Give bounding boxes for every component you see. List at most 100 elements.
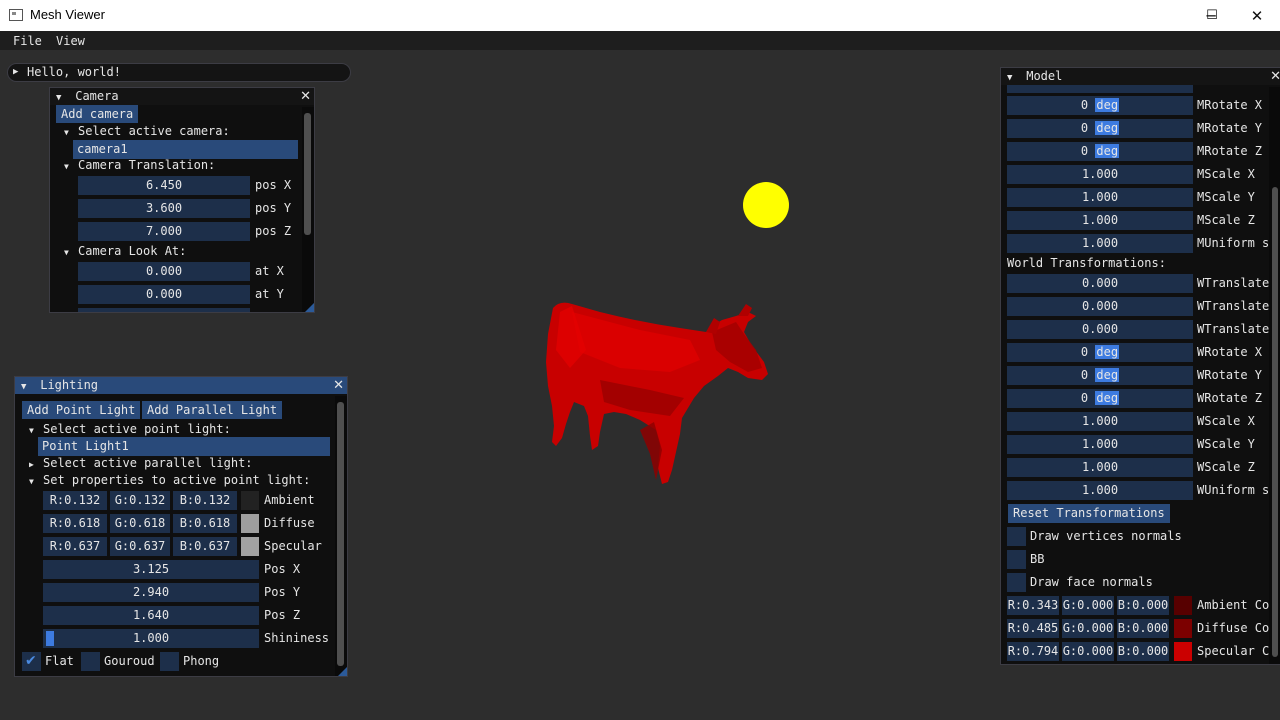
mscale-y-field[interactable]: 1.000 bbox=[1007, 188, 1193, 207]
scroll-thumb[interactable] bbox=[1272, 187, 1278, 657]
model-titlebar[interactable]: ▼ Model ✕ bbox=[1001, 68, 1280, 85]
menu-view[interactable]: View bbox=[56, 34, 85, 48]
mat-specular-r-field[interactable]: R:0.794 bbox=[1007, 642, 1059, 661]
light-pos-y-field[interactable]: 2.940 bbox=[43, 583, 259, 602]
wuniform-scale-field[interactable]: 1.000 bbox=[1007, 481, 1193, 500]
model-row-partial[interactable] bbox=[1007, 85, 1193, 93]
gouraud-checkbox[interactable] bbox=[81, 652, 100, 671]
camera-titlebar[interactable]: ▼ Camera ✕ bbox=[50, 88, 314, 105]
wscale-z-field[interactable]: 1.000 bbox=[1007, 458, 1193, 477]
light-pos-x-field[interactable]: 3.125 bbox=[43, 560, 259, 579]
tree-expanded-icon[interactable]: ▼ bbox=[64, 244, 69, 261]
cam-pos-y-field[interactable]: 3.600 bbox=[78, 199, 250, 218]
mat-specular-swatch[interactable] bbox=[1174, 642, 1192, 661]
collapse-arrow-icon[interactable]: ▶ bbox=[13, 64, 18, 81]
mat-diffuse-swatch[interactable] bbox=[1174, 619, 1192, 638]
cam-pos-x-field[interactable]: 6.450 bbox=[78, 176, 250, 195]
tree-collapsed-icon[interactable]: ▶ bbox=[29, 456, 34, 473]
resize-grip-icon[interactable] bbox=[338, 667, 347, 676]
slider-grab[interactable] bbox=[46, 631, 54, 646]
diffuse-b-field[interactable]: B:0.618 bbox=[173, 514, 237, 533]
mat-ambient-g-field[interactable]: G:0.000 bbox=[1062, 596, 1114, 615]
muniform-scale-field[interactable]: 1.000 bbox=[1007, 234, 1193, 253]
close-icon[interactable]: ✕ bbox=[333, 377, 344, 394]
camera-lookat-label[interactable]: Camera Look At: bbox=[78, 242, 186, 261]
mscale-x-field[interactable]: 1.000 bbox=[1007, 165, 1193, 184]
mat-ambient-r-field[interactable]: R:0.343 bbox=[1007, 596, 1059, 615]
mat-specular-g-field[interactable]: G:0.000 bbox=[1062, 642, 1114, 661]
mat-diffuse-b-field[interactable]: B:0.000 bbox=[1117, 619, 1169, 638]
add-parallel-light-button[interactable]: Add Parallel Light bbox=[142, 401, 283, 419]
tree-expanded-icon[interactable]: ▼ bbox=[29, 422, 34, 439]
lighting-titlebar[interactable]: ▼ Lighting ✕ bbox=[15, 377, 347, 394]
collapse-arrow-icon[interactable]: ▼ bbox=[21, 379, 33, 396]
wtranslate-x-field[interactable]: 0.000 bbox=[1007, 274, 1193, 293]
ambient-g-field[interactable]: G:0.132 bbox=[110, 491, 170, 510]
mat-ambient-b-field[interactable]: B:0.000 bbox=[1117, 596, 1169, 615]
tree-expanded-icon[interactable]: ▼ bbox=[64, 124, 69, 141]
cam-at-y-label: at Y bbox=[255, 287, 284, 301]
cam-at-x-label: at X bbox=[255, 264, 284, 278]
close-icon[interactable]: ✕ bbox=[300, 88, 311, 105]
specular-g-field[interactable]: G:0.637 bbox=[110, 537, 170, 556]
reset-transformations-button[interactable]: Reset Transformations bbox=[1008, 504, 1170, 523]
phong-checkbox[interactable] bbox=[160, 652, 179, 671]
mat-diffuse-g-field[interactable]: G:0.000 bbox=[1062, 619, 1114, 638]
shininess-slider[interactable]: 1.000 bbox=[43, 629, 259, 648]
select-camera-label[interactable]: Select active camera: bbox=[78, 122, 230, 141]
scroll-thumb[interactable] bbox=[304, 113, 311, 235]
tree-expanded-icon[interactable]: ▼ bbox=[64, 158, 69, 175]
diffuse-color-swatch[interactable] bbox=[241, 514, 259, 533]
wtranslate-x-label: WTranslate bbox=[1197, 276, 1269, 290]
set-properties-label[interactable]: Set properties to active point light: bbox=[43, 471, 310, 490]
wtranslate-z-field[interactable]: 0.000 bbox=[1007, 320, 1193, 339]
tree-expanded-icon[interactable]: ▼ bbox=[29, 473, 34, 490]
mrotate-y-field[interactable]: 0 deg bbox=[1007, 119, 1193, 138]
draw-face-normals-checkbox[interactable] bbox=[1007, 573, 1026, 592]
resize-grip-icon[interactable] bbox=[305, 303, 314, 312]
diffuse-r-field[interactable]: R:0.618 bbox=[43, 514, 107, 533]
wrotate-y-field[interactable]: 0 deg bbox=[1007, 366, 1193, 385]
flat-checkbox[interactable]: ✔ bbox=[22, 652, 41, 671]
specular-color-swatch[interactable] bbox=[241, 537, 259, 556]
mrotate-x-field[interactable]: 0 deg bbox=[1007, 96, 1193, 115]
cam-pos-y-label: pos Y bbox=[255, 201, 292, 215]
cam-at-x-field[interactable]: 0.000 bbox=[78, 262, 250, 281]
ambient-b-field[interactable]: B:0.132 bbox=[173, 491, 237, 510]
specular-r-field[interactable]: R:0.637 bbox=[43, 537, 107, 556]
mscale-z-field[interactable]: 1.000 bbox=[1007, 211, 1193, 230]
mrotate-z-field[interactable]: 0 deg bbox=[1007, 142, 1193, 161]
camera-translation-label[interactable]: Camera Translation: bbox=[78, 156, 215, 175]
scroll-thumb[interactable] bbox=[337, 402, 344, 666]
wscale-y-field[interactable]: 1.000 bbox=[1007, 435, 1193, 454]
mat-specular-label: Specular C bbox=[1197, 644, 1269, 658]
wrotate-x-field[interactable]: 0 deg bbox=[1007, 343, 1193, 362]
mat-ambient-swatch[interactable] bbox=[1174, 596, 1192, 615]
mat-diffuse-r-field[interactable]: R:0.485 bbox=[1007, 619, 1059, 638]
maximize-button[interactable]: ☐ bbox=[1189, 0, 1235, 31]
ambient-r-field[interactable]: R:0.132 bbox=[43, 491, 107, 510]
close-icon[interactable]: ✕ bbox=[1270, 68, 1280, 85]
specular-b-field[interactable]: B:0.637 bbox=[173, 537, 237, 556]
camera-scrollbar[interactable] bbox=[302, 107, 314, 312]
mscale-y-label: MScale Y bbox=[1197, 190, 1255, 204]
draw-vertex-normals-checkbox[interactable] bbox=[1007, 527, 1026, 546]
add-camera-button[interactable]: Add camera bbox=[56, 105, 139, 123]
model-scrollbar[interactable] bbox=[1269, 87, 1280, 664]
wscale-x-field[interactable]: 1.000 bbox=[1007, 412, 1193, 431]
cam-pos-z-field[interactable]: 7.000 bbox=[78, 222, 250, 241]
menu-file[interactable]: File bbox=[13, 34, 42, 48]
hello-window[interactable]: ▶ Hello, world! bbox=[7, 63, 351, 82]
diffuse-g-field[interactable]: G:0.618 bbox=[110, 514, 170, 533]
ambient-color-swatch[interactable] bbox=[241, 491, 259, 510]
mat-specular-b-field[interactable]: B:0.000 bbox=[1117, 642, 1169, 661]
bounding-box-checkbox[interactable] bbox=[1007, 550, 1026, 569]
wtranslate-y-field[interactable]: 0.000 bbox=[1007, 297, 1193, 316]
cam-at-z-field[interactable] bbox=[78, 308, 250, 312]
add-point-light-button[interactable]: Add Point Light bbox=[22, 401, 141, 419]
wrotate-z-field[interactable]: 0 deg bbox=[1007, 389, 1193, 408]
close-window-button[interactable]: ✕ bbox=[1234, 0, 1280, 31]
cam-at-y-field[interactable]: 0.000 bbox=[78, 285, 250, 304]
lighting-scrollbar[interactable] bbox=[335, 396, 347, 676]
light-pos-z-field[interactable]: 1.640 bbox=[43, 606, 259, 625]
